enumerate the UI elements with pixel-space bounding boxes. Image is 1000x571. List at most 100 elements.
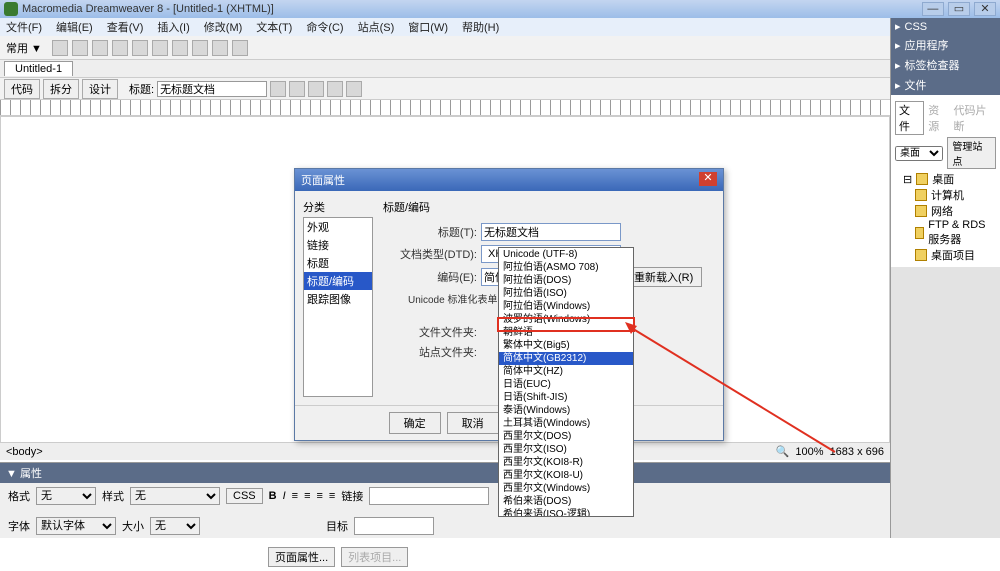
category-item[interactable]: 标题/编码 [304, 272, 372, 290]
encoding-option[interactable]: 繁体中文(Big5) [499, 339, 633, 352]
style-label: 样式 [102, 488, 124, 504]
align-left-icon[interactable]: ≡ [292, 490, 298, 502]
css-button[interactable]: CSS [226, 488, 263, 504]
view-split-button[interactable]: 拆分 [43, 79, 79, 99]
menu-item[interactable]: 文件(F) [6, 19, 42, 35]
panel-header-tag[interactable]: 标签检查器 [891, 55, 1000, 75]
tree-root[interactable]: 桌面 [932, 171, 954, 187]
panel-header-css[interactable]: CSS [891, 18, 1000, 35]
file-tab[interactable]: 文件 [895, 101, 924, 135]
file-tab[interactable]: 代码片断 [954, 102, 997, 134]
menu-item[interactable]: 修改(M) [204, 19, 243, 35]
section-heading: 标题/编码 [383, 199, 715, 215]
menu-item[interactable]: 查看(V) [107, 19, 144, 35]
toolbar-icon[interactable] [92, 40, 108, 56]
bold-button[interactable]: B [269, 490, 277, 502]
reload-button[interactable]: 重新载入(R) [625, 267, 702, 287]
manage-sites-button[interactable]: 管理站点 [947, 137, 996, 169]
toolbar-icon[interactable] [308, 81, 324, 97]
align-justify-icon[interactable]: ≡ [329, 490, 335, 502]
title-input[interactable] [157, 81, 267, 97]
tree-item[interactable]: 桌面项目 [915, 247, 996, 263]
font-select[interactable]: 默认字体 [36, 517, 116, 535]
encoding-option[interactable]: 简体中文(HZ) [499, 365, 633, 378]
encoding-option[interactable]: 希伯来语(DOS) [499, 495, 633, 508]
toolbar-icon[interactable] [52, 40, 68, 56]
dialog-titlebar[interactable]: 页面属性 ✕ [295, 169, 723, 191]
category-item[interactable]: 链接 [304, 236, 372, 254]
category-list[interactable]: 外观链接标题标题/编码跟踪图像 [303, 217, 373, 397]
toolbar-icon[interactable] [346, 81, 362, 97]
properties-header[interactable]: ▼ 属性 [0, 463, 890, 483]
toolbar-icon[interactable] [270, 81, 286, 97]
menu-item[interactable]: 窗口(W) [408, 19, 448, 35]
menu-item[interactable]: 插入(I) [157, 19, 189, 35]
category-item[interactable]: 外观 [304, 218, 372, 236]
minimize-button[interactable]: — [922, 2, 944, 16]
encoding-option[interactable]: 西里尔文(ISO) [499, 443, 633, 456]
menu-item[interactable]: 文本(T) [256, 19, 292, 35]
size-select[interactable]: 无 [150, 517, 200, 535]
toolbar-icon[interactable] [172, 40, 188, 56]
encoding-option[interactable]: 阿拉伯语(ASMO 708) [499, 261, 633, 274]
toolbar-icon[interactable] [112, 40, 128, 56]
page-properties-button[interactable]: 页面属性... [268, 547, 335, 567]
toolbar-icon[interactable] [72, 40, 88, 56]
title-label: 标题: [129, 81, 154, 97]
tree-item[interactable]: 计算机 [915, 187, 996, 203]
dialog-title: 页面属性 [301, 172, 345, 188]
encoding-option[interactable]: 希伯来语(ISO-逻辑) [499, 508, 633, 517]
tag-selector[interactable]: <body> [6, 446, 43, 458]
toolbar-icon[interactable] [132, 40, 148, 56]
encoding-option[interactable]: 西里尔文(KOI8-R) [499, 456, 633, 469]
toolbar-icon[interactable] [327, 81, 343, 97]
view-code-button[interactable]: 代码 [4, 79, 40, 99]
encoding-option[interactable]: 西里尔文(DOS) [499, 430, 633, 443]
menu-item[interactable]: 命令(C) [306, 19, 343, 35]
encoding-option[interactable]: Unicode (UTF-8) [499, 248, 633, 261]
dialog-close-button[interactable]: ✕ [699, 172, 717, 186]
encoding-option[interactable]: 日语(Shift-JIS) [499, 391, 633, 404]
document-tab[interactable]: Untitled-1 [4, 61, 73, 76]
style-select[interactable]: 无 [130, 487, 220, 505]
ok-button[interactable]: 确定 [389, 412, 441, 434]
target-input[interactable] [354, 517, 434, 535]
encoding-option[interactable]: 日语(EUC) [499, 378, 633, 391]
tree-item[interactable]: FTP & RDS 服务器 [915, 219, 996, 247]
cancel-button[interactable]: 取消 [447, 412, 499, 434]
encoding-option[interactable]: 简体中文(GB2312) [499, 352, 633, 365]
file-tab[interactable]: 资源 [928, 102, 949, 134]
site-select[interactable]: 桌面 [895, 146, 943, 161]
link-input[interactable] [369, 487, 489, 505]
encoding-option[interactable]: 土耳其语(Windows) [499, 417, 633, 430]
menu-item[interactable]: 编辑(E) [56, 19, 93, 35]
align-right-icon[interactable]: ≡ [316, 490, 322, 502]
toolbar-category[interactable]: 常用 ▼ [6, 40, 42, 56]
panel-header-app[interactable]: 应用程序 [891, 35, 1000, 55]
italic-button[interactable]: I [283, 490, 286, 502]
menu-item[interactable]: 帮助(H) [462, 19, 499, 35]
menu-item[interactable]: 站点(S) [358, 19, 395, 35]
toolbar-icon[interactable] [232, 40, 248, 56]
maximize-button[interactable]: ▭ [948, 2, 970, 16]
format-select[interactable]: 无 [36, 487, 96, 505]
toolbar-icon[interactable] [289, 81, 305, 97]
encoding-option[interactable]: 阿拉伯语(DOS) [499, 274, 633, 287]
encoding-option[interactable]: 泰语(Windows) [499, 404, 633, 417]
category-item[interactable]: 跟踪图像 [304, 290, 372, 308]
encoding-option[interactable]: 阿拉伯语(ISO) [499, 287, 633, 300]
toolbar-icon[interactable] [152, 40, 168, 56]
encoding-dropdown[interactable]: Unicode (UTF-8)阿拉伯语(ASMO 708)阿拉伯语(DOS)阿拉… [498, 247, 634, 517]
toolbar-icon[interactable] [212, 40, 228, 56]
tree-item[interactable]: 网络 [915, 203, 996, 219]
toolbar-icon[interactable] [192, 40, 208, 56]
encoding-option[interactable]: 西里尔文(Windows) [499, 482, 633, 495]
close-button[interactable]: ✕ [974, 2, 996, 16]
panel-header-file[interactable]: 文件 [891, 75, 1000, 95]
align-center-icon[interactable]: ≡ [304, 490, 310, 502]
encoding-option[interactable]: 阿拉伯语(Windows) [499, 300, 633, 313]
view-design-button[interactable]: 设计 [82, 79, 118, 99]
title-field-input[interactable] [481, 223, 621, 241]
encoding-option[interactable]: 西里尔文(KOI8-U) [499, 469, 633, 482]
category-item[interactable]: 标题 [304, 254, 372, 272]
